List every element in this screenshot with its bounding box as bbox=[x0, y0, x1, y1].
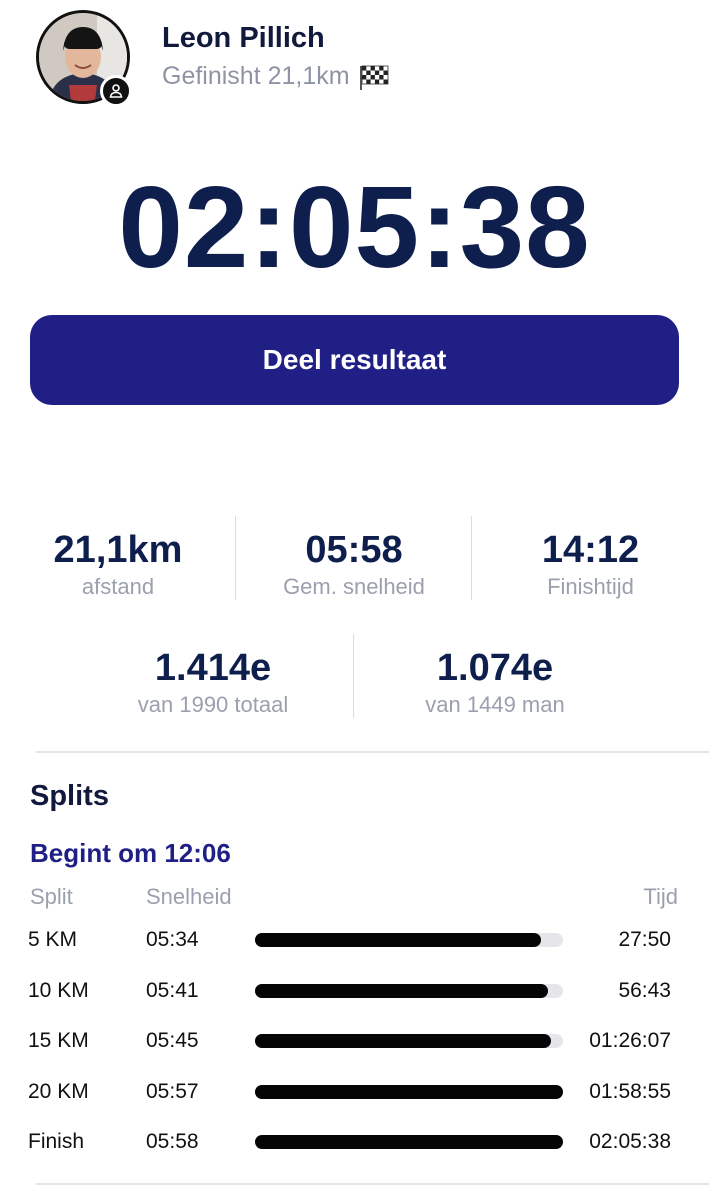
split-bar bbox=[255, 984, 548, 998]
split-bar bbox=[255, 1034, 551, 1048]
rank-label: van 1990 totaal bbox=[137, 692, 289, 717]
split-row: Finish 05:58 02:05:38 bbox=[0, 1126, 709, 1160]
rank-gender: 1.074e van 1449 man bbox=[354, 646, 636, 718]
stat-avg-speed: 05:58 Gem. snelheid bbox=[236, 528, 472, 600]
split-row: 15 KM 05:45 01:26:07 bbox=[0, 1025, 709, 1059]
rank-value: 1.074e bbox=[436, 647, 554, 689]
rank-value: 1.414e bbox=[154, 647, 272, 689]
stat-value: 21,1km bbox=[53, 529, 183, 571]
stat-label: Finishtijd bbox=[547, 574, 634, 599]
stat-value: 05:58 bbox=[305, 529, 403, 571]
split-bar bbox=[255, 1135, 563, 1149]
split-label: Finish bbox=[28, 1130, 85, 1153]
section-divider bbox=[36, 751, 709, 753]
split-bar-track bbox=[255, 1135, 563, 1149]
stat-label: Gem. snelheid bbox=[283, 574, 425, 599]
split-bar-track bbox=[255, 984, 563, 998]
finish-time: 02:05:38 bbox=[118, 162, 591, 292]
split-label: 20 KM bbox=[28, 1080, 89, 1103]
start-time: Begint om 12:06 bbox=[30, 838, 231, 868]
stat-distance: 21,1km afstand bbox=[0, 528, 236, 600]
stats-row: 21,1km afstand 05:58 Gem. snelheid 14:12… bbox=[0, 528, 709, 600]
split-time: 27:50 bbox=[618, 928, 671, 951]
split-label: 15 KM bbox=[28, 1029, 89, 1052]
split-speed: 05:45 bbox=[146, 1029, 199, 1052]
rank-overall: 1.414e van 1990 totaal bbox=[72, 646, 354, 718]
stat-finish-clock: 14:12 Finishtijd bbox=[472, 528, 709, 600]
column-header-time: Tijd bbox=[643, 884, 678, 909]
split-bar bbox=[255, 1085, 563, 1099]
split-time: 01:58:55 bbox=[589, 1080, 671, 1103]
split-row: 20 KM 05:57 01:58:55 bbox=[0, 1076, 709, 1110]
column-header-speed: Snelheid bbox=[146, 884, 232, 909]
split-time: 56:43 bbox=[618, 979, 671, 1002]
split-speed: 05:41 bbox=[146, 979, 199, 1002]
finish-status: Gefinisht 21,1km bbox=[162, 62, 390, 91]
column-header-split: Split bbox=[30, 884, 73, 909]
split-speed: 05:57 bbox=[146, 1080, 199, 1103]
split-bar-track bbox=[255, 1034, 563, 1048]
divider bbox=[235, 516, 236, 600]
section-divider bbox=[36, 1183, 709, 1185]
split-speed: 05:58 bbox=[146, 1130, 199, 1153]
checkered-flag-icon bbox=[358, 64, 390, 90]
stat-value: 14:12 bbox=[541, 529, 640, 571]
split-time: 01:26:07 bbox=[589, 1029, 671, 1052]
split-bar-track bbox=[255, 933, 563, 947]
split-bar bbox=[255, 933, 542, 947]
split-label: 10 KM bbox=[28, 979, 89, 1002]
finish-status-text: Gefinisht 21,1km bbox=[162, 62, 350, 90]
splits-title: Splits bbox=[30, 780, 109, 812]
split-label: 5 KM bbox=[28, 928, 78, 951]
split-row: 5 KM 05:34 27:50 bbox=[0, 924, 709, 958]
stat-label: afstand bbox=[81, 574, 155, 599]
athlete-name: Leon Pillich bbox=[162, 22, 325, 54]
rank-label: van 1449 man bbox=[425, 692, 565, 717]
ranking-row: 1.414e van 1990 totaal 1.074e van 1449 m… bbox=[72, 646, 636, 718]
profile-header: Leon Pillich Gefinisht 21,1km bbox=[0, 0, 709, 120]
split-speed: 05:34 bbox=[146, 928, 199, 951]
divider bbox=[353, 634, 354, 718]
split-time: 02:05:38 bbox=[589, 1130, 671, 1153]
user-icon bbox=[100, 75, 132, 107]
split-bar-track bbox=[255, 1085, 563, 1099]
divider bbox=[471, 516, 472, 600]
share-result-button[interactable]: Deel resultaat bbox=[30, 315, 679, 405]
split-row: 10 KM 05:41 56:43 bbox=[0, 975, 709, 1009]
